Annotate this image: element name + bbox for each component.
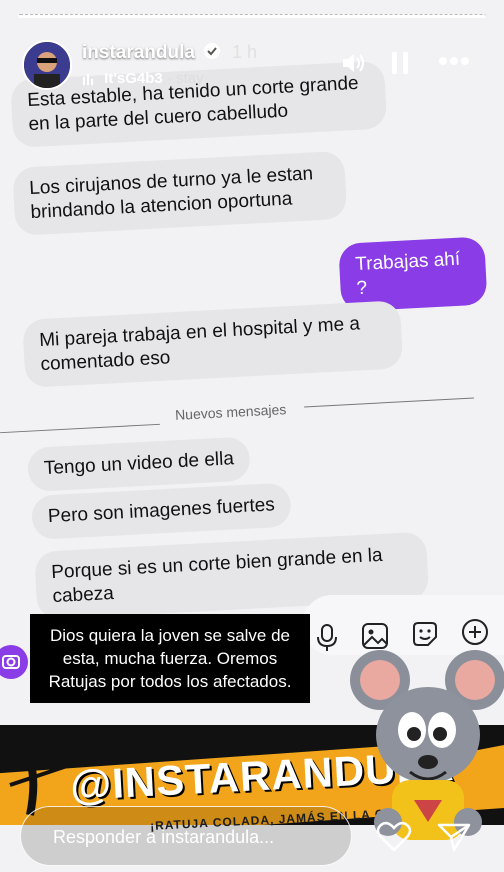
message-bubble-sent: Trabajas ahí ? [338,236,488,312]
username[interactable]: instarandula [82,42,195,64]
story-view[interactable]: Esta estable, ha tenido un corte grande … [0,0,504,872]
divider-line-left [0,423,160,434]
message-bubble: Tengo un video de ella [26,436,252,492]
mascot-mouse-sticker [350,650,504,840]
story-caption: Dios quiera la joven se salve de esta, m… [30,614,310,703]
send-icon[interactable] [436,820,472,854]
avatar[interactable] [22,40,72,90]
music-bars-icon [82,73,94,86]
music-info[interactable]: It'sG4b3 · stay [82,70,204,87]
post-time: 1 h [232,42,258,62]
message-bubble: Mi pareja trabaja en el hospital y me a … [22,300,404,388]
music-separator: · [166,70,172,87]
reply-input[interactable] [51,823,335,851]
music-track: stay [176,70,204,87]
divider-line-right [304,397,474,408]
story-header: instarandula 1 h It'sG4b3 · stay [0,30,504,90]
new-messages-divider: Nuevos mensajes [174,401,287,423]
reply-field[interactable] [20,806,352,866]
story-progress-bar [18,14,486,18]
message-bubble: Los cirujanos de turno ya le estan brind… [12,150,348,236]
camera-icon [0,645,28,679]
heart-icon[interactable] [376,820,412,854]
pause-icon[interactable] [390,50,410,76]
speaker-icon[interactable] [340,50,366,76]
music-artist: It'sG4b3 [104,70,163,87]
message-bubble: Pero son imagenes fuertes [30,482,292,540]
more-icon[interactable] [438,56,470,66]
microphone-icon [317,624,337,651]
verified-badge-icon [204,43,220,59]
